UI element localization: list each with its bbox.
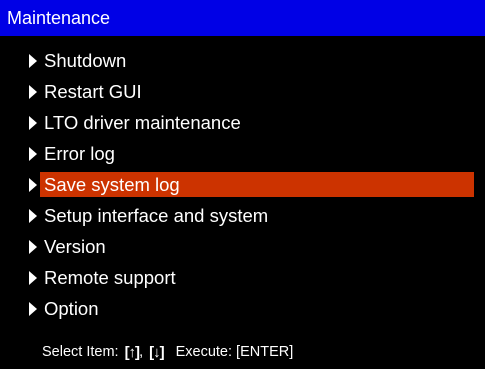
menu-item-label: Error log [44,143,115,164]
menu-item-option[interactable]: Option [0,293,485,324]
menu-item-label: Option [44,298,99,319]
triangle-right-icon [29,53,37,68]
title-bar: Maintenance [0,0,485,36]
triangle-right-icon [29,146,37,161]
select-item-hint: Select Item: [42,344,119,360]
execute-hint: Execute: [ENTER] [175,344,294,360]
menu-item-error-log[interactable]: Error log [0,138,485,169]
menu-item-setup-interface-and-system[interactable]: Setup interface and system [0,200,485,231]
key-separator: , [139,344,144,360]
triangle-right-icon [29,301,37,316]
arrow-up-key-icon: [↑] [124,343,140,361]
triangle-right-icon [29,115,37,130]
menu-item-label: Shutdown [44,50,127,71]
menu-item-save-system-log[interactable]: Save system log [0,169,485,200]
menu-item-restart-gui[interactable]: Restart GUI [0,76,485,107]
triangle-right-icon [29,270,37,285]
menu-item-label: Remote support [44,267,176,288]
menu-item-version[interactable]: Version [0,231,485,262]
triangle-right-icon [29,177,37,192]
menu-item-label: Save system log [40,172,474,197]
triangle-right-icon [29,84,37,99]
menu-item-label: Setup interface and system [44,205,269,226]
triangle-right-icon [29,239,37,254]
menu-item-shutdown[interactable]: Shutdown [0,45,485,76]
menu-item-label: Version [44,236,106,257]
maintenance-menu: Shutdown Restart GUI LTO driver maintena… [0,45,485,324]
triangle-right-icon [29,208,37,223]
window-title: Maintenance [7,7,111,28]
menu-item-label: Restart GUI [44,81,142,102]
key-hint-bar: Select Item: [↑] , [↓] Execute: [ENTER] [42,340,293,364]
menu-item-lto-driver-maintenance[interactable]: LTO driver maintenance [0,107,485,138]
arrow-down-key-icon: [↓] [149,343,164,361]
menu-item-remote-support[interactable]: Remote support [0,262,485,293]
menu-item-label: LTO driver maintenance [44,112,241,133]
